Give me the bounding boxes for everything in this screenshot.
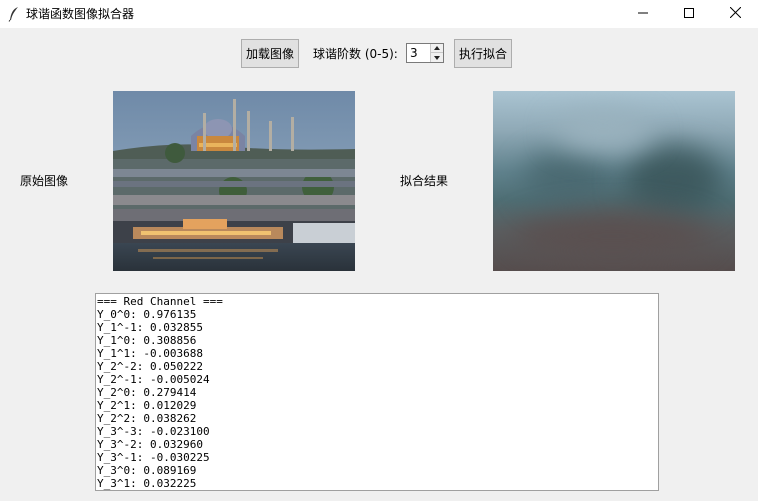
output-line: Y_2^2: 0.038262: [97, 412, 197, 425]
feather-icon: [8, 6, 20, 22]
maximize-button[interactable]: [666, 0, 712, 28]
spin-arrows: [430, 44, 443, 62]
arrow-down-icon: [434, 55, 440, 60]
output-line: Y_3^-1: -0.030225: [97, 451, 210, 464]
close-button[interactable]: [712, 0, 758, 28]
fitted-result-image: [493, 91, 735, 271]
degree-value[interactable]: 3: [410, 46, 418, 60]
spin-up-button[interactable]: [431, 44, 443, 53]
blur-blob: [513, 211, 713, 261]
degree-spinbox[interactable]: 3: [406, 43, 444, 63]
spin-down-button[interactable]: [431, 53, 443, 62]
output-line: Y_1^1: -0.003688: [97, 347, 203, 360]
output-line: Y_2^-2: 0.050222: [97, 360, 203, 373]
original-image: [113, 91, 355, 271]
output-line: Y_3^-3: -0.023100: [97, 425, 210, 438]
fit-button[interactable]: 执行拟合: [454, 39, 512, 68]
output-line: Y_0^0: 0.976135: [97, 308, 197, 321]
blur-blob: [623, 146, 723, 216]
minimize-button[interactable]: [620, 0, 666, 28]
minimize-icon: [638, 7, 648, 21]
blur-blob: [523, 151, 613, 211]
output-line: Y_1^-1: 0.032855: [97, 321, 203, 334]
output-line: Y_3^-2: 0.032960: [97, 438, 203, 451]
output-line: Y_2^1: 0.012029: [97, 399, 197, 412]
original-image-label: 原始图像: [20, 174, 69, 188]
result-image-label: 拟合结果: [400, 174, 449, 188]
blur-blob: [553, 111, 653, 151]
arrow-up-icon: [434, 46, 440, 50]
output-line: Y_1^0: 0.308856: [97, 334, 197, 347]
output-lines: === Red Channel === Y_0^0: 0.976135 Y_1^-1…: [96, 294, 658, 490]
output-line: Y_3^0: 0.089169: [97, 464, 197, 477]
degree-label: 球谐阶数 (0-5):: [313, 47, 398, 61]
output-line: Y_3^1: 0.032225: [97, 477, 197, 490]
load-image-button[interactable]: 加载图像: [241, 39, 299, 68]
title-bar: 球谐函数图像拟合器: [0, 0, 758, 28]
output-line: Y_2^-1: -0.005024: [97, 373, 210, 386]
window-title: 球谐函数图像拟合器: [26, 7, 135, 21]
close-icon: [729, 6, 741, 21]
maximize-icon: [684, 7, 694, 21]
output-textbox[interactable]: === Red Channel === Y_0^0: 0.976135 Y_1^-1…: [95, 293, 659, 491]
output-line: === Red Channel ===: [97, 295, 223, 308]
output-line: Y_2^0: 0.279414: [97, 386, 197, 399]
